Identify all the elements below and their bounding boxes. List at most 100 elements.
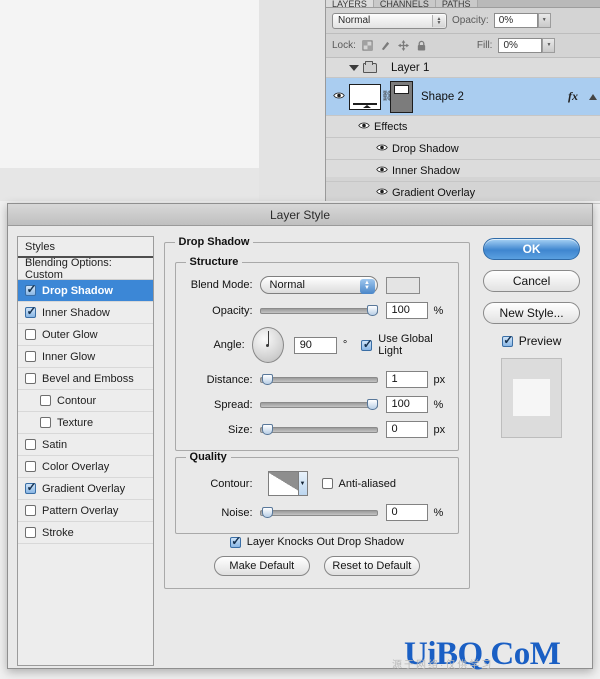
spread-label: Spread:: [213, 398, 253, 411]
style-item-color-overlay[interactable]: Color Overlay: [18, 456, 153, 478]
preview-checkbox[interactable]: [501, 334, 513, 347]
style-item-contour[interactable]: Contour: [18, 390, 153, 412]
style-item-label: Inner Glow: [42, 350, 96, 363]
slider-knob[interactable]: [261, 507, 273, 518]
distance-slider[interactable]: [259, 374, 378, 385]
make-default-button[interactable]: Make Default: [213, 556, 310, 576]
chevron-down-icon[interactable]: ▼: [537, 13, 551, 28]
style-checkbox[interactable]: [25, 461, 36, 472]
effects-row[interactable]: Effects: [326, 116, 600, 138]
spread-slider[interactable]: [259, 399, 378, 410]
dialog-titlebar[interactable]: Layer Style: [8, 204, 592, 226]
layer-row-shape2[interactable]: ⛓ Shape 2 fx: [326, 78, 600, 116]
layer-visibility-toggle[interactable]: [329, 91, 349, 103]
anti-aliased-label: Anti-aliased: [338, 477, 396, 490]
contour-preset-swatch[interactable]: ▼: [267, 471, 308, 496]
effect-visibility-toggle[interactable]: [372, 143, 392, 155]
style-item-inner-shadow[interactable]: Inner Shadow: [18, 302, 153, 324]
style-checkbox[interactable]: [25, 439, 36, 450]
noise-slider[interactable]: [259, 507, 378, 518]
layer-opacity-field[interactable]: 0% ▼: [493, 13, 551, 28]
layer-fill-field[interactable]: 0% ▼: [498, 38, 556, 53]
effects-visibility-toggle[interactable]: [354, 121, 374, 133]
preview-row[interactable]: Preview: [501, 334, 561, 348]
distance-input[interactable]: 1: [385, 371, 428, 388]
layer-group-row[interactable]: Layer 1: [326, 58, 600, 78]
chevron-updown-icon[interactable]: ▲ ▼: [359, 278, 375, 294]
chevron-down-icon[interactable]: ▼: [297, 472, 307, 495]
style-checkbox[interactable]: [40, 395, 51, 406]
style-checkbox[interactable]: [25, 329, 36, 340]
move-lock-icon[interactable]: [397, 40, 409, 51]
style-checkbox[interactable]: [25, 283, 37, 296]
knockout-checkbox[interactable]: [229, 535, 241, 548]
style-item-pattern-overlay[interactable]: Pattern Overlay: [18, 500, 153, 522]
style-checkbox[interactable]: [25, 505, 36, 516]
ok-button[interactable]: OK: [483, 238, 581, 260]
new-style-button[interactable]: New Style...: [483, 302, 581, 324]
disclosure-triangle-icon[interactable]: [349, 64, 359, 71]
anti-aliased-checkbox[interactable]: [321, 478, 333, 489]
style-checkbox[interactable]: [25, 527, 36, 538]
angle-input[interactable]: 90: [293, 336, 337, 354]
transparency-lock-icon[interactable]: [362, 40, 373, 51]
tab-layers[interactable]: LAYERS: [326, 0, 374, 7]
size-input[interactable]: 0: [385, 421, 428, 438]
style-item-outer-glow[interactable]: Outer Glow: [18, 324, 153, 346]
spread-input[interactable]: 100: [385, 396, 428, 413]
anti-aliased-row[interactable]: Anti-aliased: [321, 477, 396, 490]
chevron-down-icon[interactable]: ▼: [542, 38, 556, 53]
use-global-light-checkbox[interactable]: [361, 338, 373, 351]
size-slider[interactable]: [259, 424, 378, 435]
lock-label: Lock:: [332, 40, 356, 51]
cancel-button[interactable]: Cancel: [483, 270, 581, 292]
blend-mode-dropdown[interactable]: Normal ▲ ▼: [259, 276, 378, 294]
style-item-gradient-overlay[interactable]: Gradient Overlay: [18, 478, 153, 500]
style-checkbox[interactable]: [25, 481, 37, 494]
slider-knob[interactable]: [366, 305, 378, 316]
style-checkbox[interactable]: [40, 417, 51, 428]
angle-dial[interactable]: [251, 327, 284, 363]
blending-options-item[interactable]: Blending Options: Custom: [18, 257, 153, 281]
style-item-stroke[interactable]: Stroke: [18, 522, 153, 544]
chevron-updown-icon[interactable]: ▲ ▼: [432, 14, 445, 27]
effect-row-drop-shadow[interactable]: Drop Shadow: [326, 138, 600, 160]
styles-header[interactable]: Styles: [18, 237, 153, 258]
slider-knob[interactable]: [261, 424, 273, 435]
knockout-row[interactable]: Layer Knocks Out Drop Shadow: [175, 535, 460, 548]
eye-icon: [376, 144, 388, 150]
style-item-inner-glow[interactable]: Inner Glow: [18, 346, 153, 368]
slider-knob[interactable]: [261, 374, 273, 385]
style-item-satin[interactable]: Satin: [18, 434, 153, 456]
effect-visibility-toggle[interactable]: [372, 165, 392, 177]
effect-row-inner-shadow[interactable]: Inner Shadow: [326, 160, 600, 182]
style-item-drop-shadow[interactable]: Drop Shadow: [18, 280, 153, 302]
dialog-title: Layer Style: [269, 207, 331, 222]
noise-input[interactable]: 0: [385, 504, 428, 521]
style-item-bevel-and-emboss[interactable]: Bevel and Emboss: [18, 368, 153, 390]
shadow-color-swatch[interactable]: [385, 276, 420, 294]
all-lock-icon[interactable]: [416, 40, 427, 51]
tab-channels[interactable]: CHANNELS: [373, 0, 436, 7]
use-global-light-label: Use Global Light: [378, 333, 433, 357]
opacity-input[interactable]: 100: [385, 302, 428, 319]
vector-mask-thumbnail[interactable]: [390, 80, 413, 113]
layer-thumbnail[interactable]: [349, 83, 381, 110]
fx-badge-icon[interactable]: fx: [568, 89, 578, 104]
angle-label: Angle:: [213, 339, 245, 351]
use-global-light-row[interactable]: Use Global Light: [361, 333, 448, 357]
effect-visibility-toggle[interactable]: [372, 187, 392, 199]
opacity-slider[interactable]: [259, 305, 378, 316]
reset-to-default-button[interactable]: Reset to Default: [323, 556, 420, 576]
effect-row-gradient-overlay[interactable]: Gradient Overlay: [326, 182, 600, 204]
style-checkbox[interactable]: [25, 351, 36, 362]
slider-knob[interactable]: [366, 399, 378, 410]
brush-lock-icon[interactable]: [380, 40, 391, 51]
style-checkbox[interactable]: [25, 305, 37, 318]
tab-paths[interactable]: PATHS: [435, 0, 478, 7]
layer-blend-mode-select[interactable]: Normal ▲ ▼: [332, 12, 447, 29]
effects-collapse-icon[interactable]: [589, 93, 597, 100]
style-item-texture[interactable]: Texture: [18, 412, 153, 434]
link-icon[interactable]: ⛓: [381, 91, 394, 102]
style-checkbox[interactable]: [25, 373, 36, 384]
